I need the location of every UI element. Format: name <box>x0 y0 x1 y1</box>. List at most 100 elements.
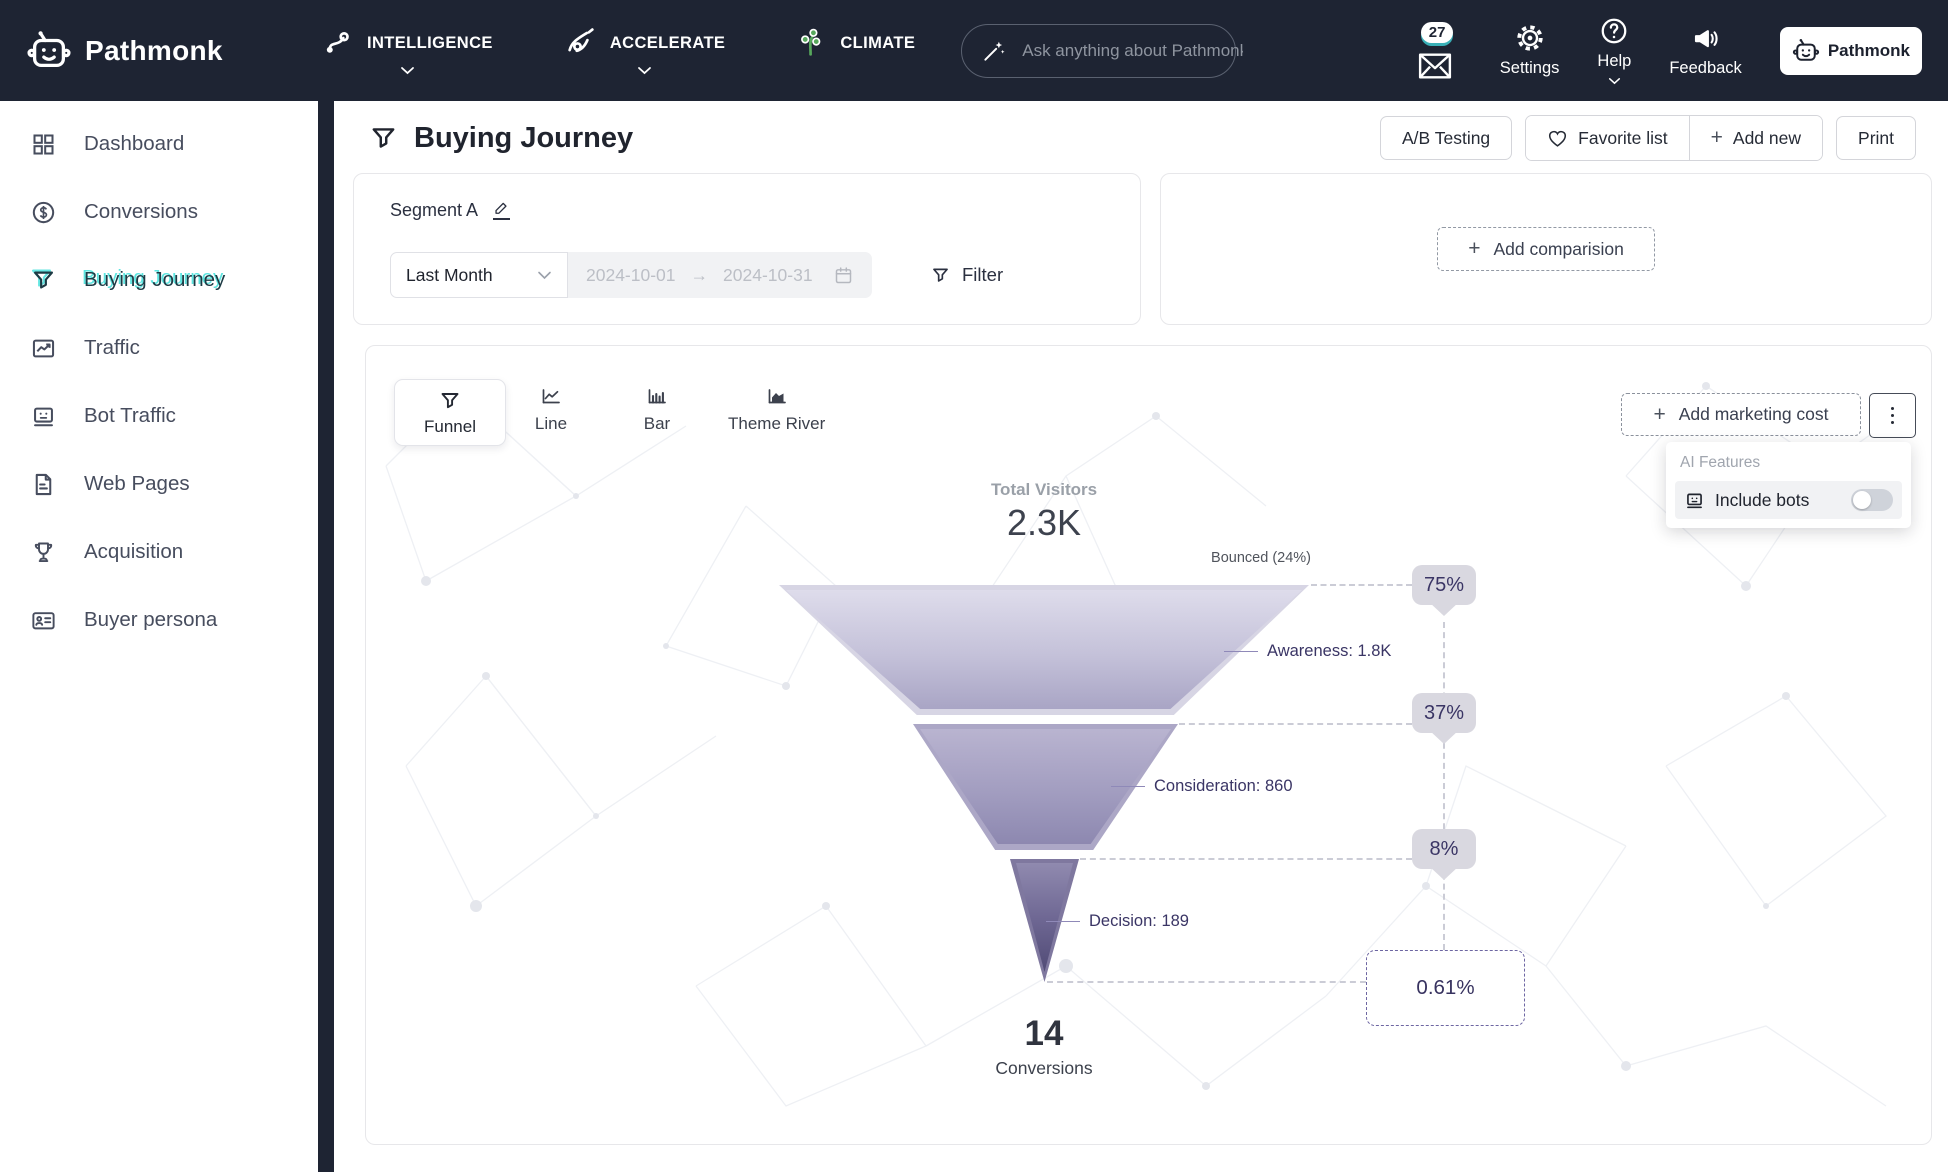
chevron-down-icon <box>1608 77 1621 85</box>
add-new-label: Add new <box>1733 128 1801 149</box>
chart-type-tabs: Line Bar <box>516 385 825 434</box>
bounced-label: Bounced (24%) <box>1156 550 1311 566</box>
funnel-icon <box>30 267 57 294</box>
date-end: 2024-10-31 <box>723 265 813 286</box>
feedback-button[interactable]: Feedback <box>1669 23 1741 78</box>
date-preset-value: Last Month <box>406 265 493 286</box>
dashboard-grid-icon <box>30 131 57 158</box>
nav-item-climate[interactable]: CLIMATE <box>795 26 915 75</box>
sidebar-item-dashboard[interactable]: Dashboard <box>0 110 318 178</box>
date-range-input[interactable]: 2024-10-01 → 2024-10-31 <box>568 252 872 298</box>
heart-icon <box>1547 129 1568 148</box>
robot-face-icon <box>30 403 57 430</box>
tab-label: Theme River <box>728 414 825 434</box>
add-new-button[interactable]: + Add new <box>1689 116 1822 160</box>
tab-line[interactable]: Line <box>516 385 586 434</box>
search-input[interactable] <box>1020 40 1245 62</box>
add-marketing-cost-button[interactable]: + Add marketing cost <box>1621 393 1861 436</box>
arrow-right-icon: → <box>691 265 709 286</box>
sidebar-item-buyer-persona[interactable]: Buyer persona <box>0 586 318 654</box>
conversion-rate-box: 0.61% <box>1366 950 1525 1026</box>
sidebar-item-bot-traffic[interactable]: Bot Traffic <box>0 382 318 450</box>
conversions-label: Conversions <box>894 1058 1194 1079</box>
popover-title: AI Features <box>1680 454 1902 472</box>
segment-card: Segment A Last Month 2024-10-01 → 2024-1… <box>353 173 1141 325</box>
filter-button[interactable]: Filter <box>930 264 1003 286</box>
ai-features-popover: AI Features Include bots <box>1666 442 1911 528</box>
page-title: Buying Journey <box>414 122 633 155</box>
rate-connector-37 <box>1179 723 1412 725</box>
sidebar-item-label: Conversions <box>84 200 198 224</box>
comparison-card: + Add comparision <box>1160 173 1932 325</box>
conversion-connector <box>1047 981 1366 983</box>
pathmonk-robot-icon <box>1792 37 1820 65</box>
settings-button[interactable]: Settings <box>1500 23 1560 78</box>
favorite-list-label: Favorite list <box>1578 128 1667 149</box>
tab-funnel[interactable]: Funnel <box>394 379 506 446</box>
print-button[interactable]: Print <box>1836 116 1916 160</box>
include-bots-toggle[interactable] <box>1851 489 1893 511</box>
sidebar-item-label: Acquisition <box>84 540 183 564</box>
feedback-label: Feedback <box>1669 59 1741 78</box>
date-start: 2024-10-01 <box>586 265 676 286</box>
help-button[interactable]: Help <box>1597 16 1631 85</box>
nav-right: 27 Settings <box>1414 16 1922 85</box>
filter-label: Filter <box>962 264 1003 286</box>
date-preset-select[interactable]: Last Month <box>390 252 568 298</box>
chevron-down-icon <box>637 66 652 75</box>
nav-item-accelerate[interactable]: ACCELERATE <box>563 26 726 75</box>
awareness-label: Awareness: 1.8K <box>1224 642 1391 661</box>
plus-icon: + <box>1711 126 1723 150</box>
envelope-icon <box>1418 52 1452 80</box>
nav-item-intelligence[interactable]: INTELLIGENCE <box>322 26 493 75</box>
add-comparison-label: Add comparision <box>1493 239 1623 260</box>
sidebar-item-buying-journey[interactable]: Buying Journey <box>0 246 318 314</box>
tab-label: Bar <box>644 414 670 434</box>
document-icon <box>30 471 57 498</box>
climate-icon <box>795 26 829 60</box>
nav-item-label: ACCELERATE <box>610 34 726 53</box>
sidebar-item-web-pages[interactable]: Web Pages <box>0 450 318 518</box>
line-chart-icon <box>30 335 57 362</box>
more-options-button[interactable] <box>1869 393 1916 438</box>
account-button[interactable]: Pathmonk <box>1780 27 1922 75</box>
chevron-down-icon <box>400 66 415 75</box>
rate-connector-8 <box>1080 858 1412 860</box>
pathmonk-robot-icon <box>26 28 72 74</box>
top-nav: Pathmonk INTELLIGENCE <box>0 0 1948 101</box>
nav-menu: INTELLIGENCE ACCELERATE <box>322 26 915 75</box>
ask-anything-search[interactable] <box>961 24 1236 78</box>
dollar-circle-icon <box>30 199 57 226</box>
intelligence-icon <box>322 26 356 60</box>
id-card-icon <box>30 607 57 634</box>
line-chart-icon <box>538 385 564 409</box>
tab-bar[interactable]: Bar <box>622 385 692 434</box>
total-visitors-label: Total Visitors <box>894 480 1194 500</box>
gear-icon <box>1515 23 1545 53</box>
notification-count-badge: 27 <box>1421 22 1454 43</box>
notifications-button[interactable]: 27 <box>1414 22 1462 80</box>
conversions-value: 14 <box>894 1014 1194 1054</box>
sidebar-item-label: Bot Traffic <box>84 404 176 428</box>
include-bots-row[interactable]: Include bots <box>1675 481 1902 519</box>
tab-theme-river[interactable]: Theme River <box>728 385 825 434</box>
total-visitors-value: 2.3K <box>894 502 1194 544</box>
sidebar-item-label: Dashboard <box>84 132 184 156</box>
include-bots-label: Include bots <box>1715 490 1841 511</box>
rate-badge-8: 8% <box>1412 829 1476 869</box>
trophy-icon <box>30 539 57 566</box>
ab-testing-button[interactable]: A/B Testing <box>1380 116 1512 160</box>
favorite-list-button[interactable]: Favorite list <box>1526 116 1688 160</box>
chart-card: ) Funnel Line <box>365 345 1932 1145</box>
brand-logo[interactable]: Pathmonk <box>26 28 294 74</box>
sidebar-item-traffic[interactable]: Traffic <box>0 314 318 382</box>
sidebar-item-conversions[interactable]: Conversions <box>0 178 318 246</box>
sidebar-item-acquisition[interactable]: Acquisition <box>0 518 318 586</box>
tab-label: Line <box>535 414 567 434</box>
area-chart-icon <box>764 385 790 409</box>
add-comparison-button[interactable]: + Add comparision <box>1437 227 1655 271</box>
consideration-label: Consideration: 860 <box>1111 777 1293 796</box>
label-connector <box>1046 921 1080 922</box>
decision-label: Decision: 189 <box>1046 912 1189 931</box>
edit-pencil-icon[interactable] <box>493 201 510 220</box>
